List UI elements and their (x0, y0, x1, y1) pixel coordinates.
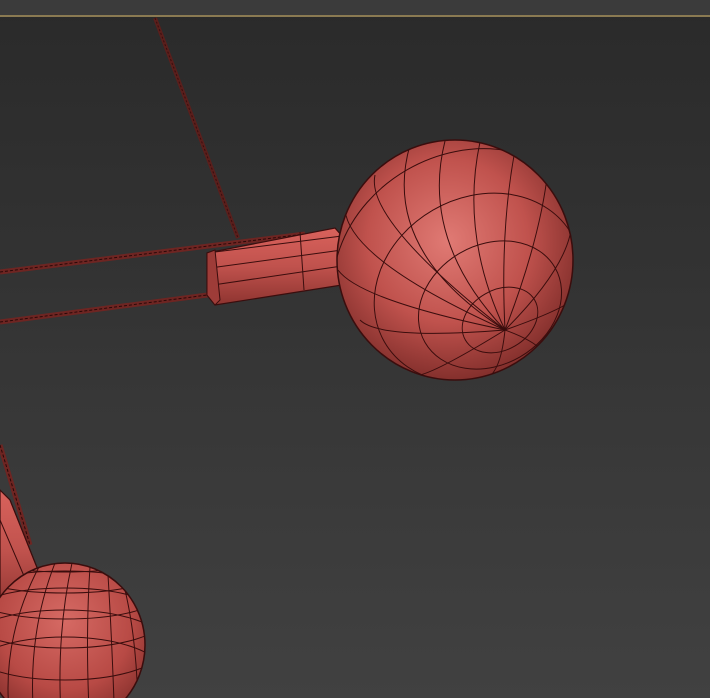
lower-rod[interactable] (0, 291, 216, 325)
connector-cylinder[interactable] (206, 227, 343, 306)
scene-canvas[interactable] (0, 0, 710, 698)
vertical-cable[interactable] (153, 17, 240, 239)
viewport-3d[interactable] (0, 0, 710, 698)
